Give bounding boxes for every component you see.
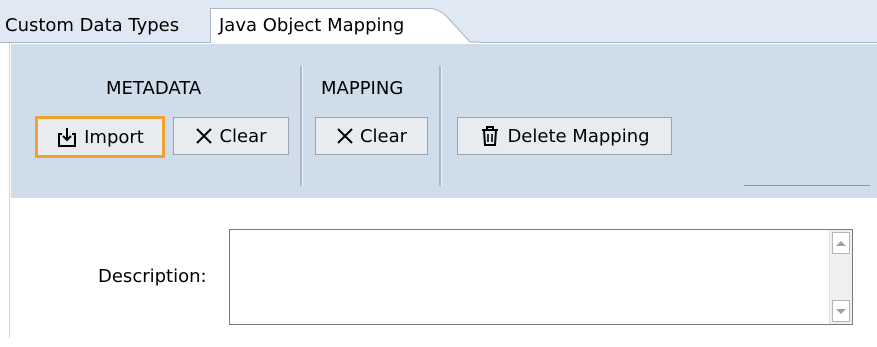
- clear-mapping-button[interactable]: Clear: [315, 117, 428, 155]
- description-scrollbar[interactable]: [829, 230, 852, 324]
- group-separator: [439, 66, 442, 186]
- group-separator: [300, 66, 303, 186]
- tab-custom-data-types[interactable]: Custom Data Types: [5, 9, 179, 42]
- trash-icon: [482, 126, 499, 146]
- import-button[interactable]: Import: [35, 116, 165, 158]
- import-icon: [58, 128, 77, 147]
- clear-x-icon: [337, 128, 353, 144]
- left-border: [0, 43, 10, 338]
- delete-mapping-button[interactable]: Delete Mapping: [457, 117, 672, 155]
- arrow-up-icon: [836, 241, 846, 246]
- clear-mapping-button-label: Clear: [359, 125, 408, 147]
- group-label-mapping: MAPPING: [321, 78, 404, 99]
- description-field[interactable]: [229, 229, 853, 325]
- delete-mapping-button-label: Delete Mapping: [507, 125, 650, 147]
- ribbon-underline: [744, 185, 870, 186]
- arrow-down-icon: [836, 309, 846, 314]
- clear-x-icon: [196, 128, 213, 144]
- group-label-metadata: METADATA: [106, 78, 202, 99]
- description-label: Description:: [98, 266, 207, 287]
- scroll-down-button[interactable]: [832, 300, 850, 322]
- ribbon-toolbar: METADATA MAPPING Import Clear Clear Dele…: [11, 44, 877, 198]
- tab-java-object-mapping[interactable]: Java Object Mapping: [210, 8, 430, 43]
- clear-metadata-button[interactable]: Clear: [173, 117, 289, 155]
- clear-metadata-button-label: Clear: [219, 125, 267, 147]
- tab-slant-decoration: [420, 8, 480, 43]
- scroll-up-button[interactable]: [832, 232, 850, 254]
- import-button-label: Import: [84, 126, 144, 148]
